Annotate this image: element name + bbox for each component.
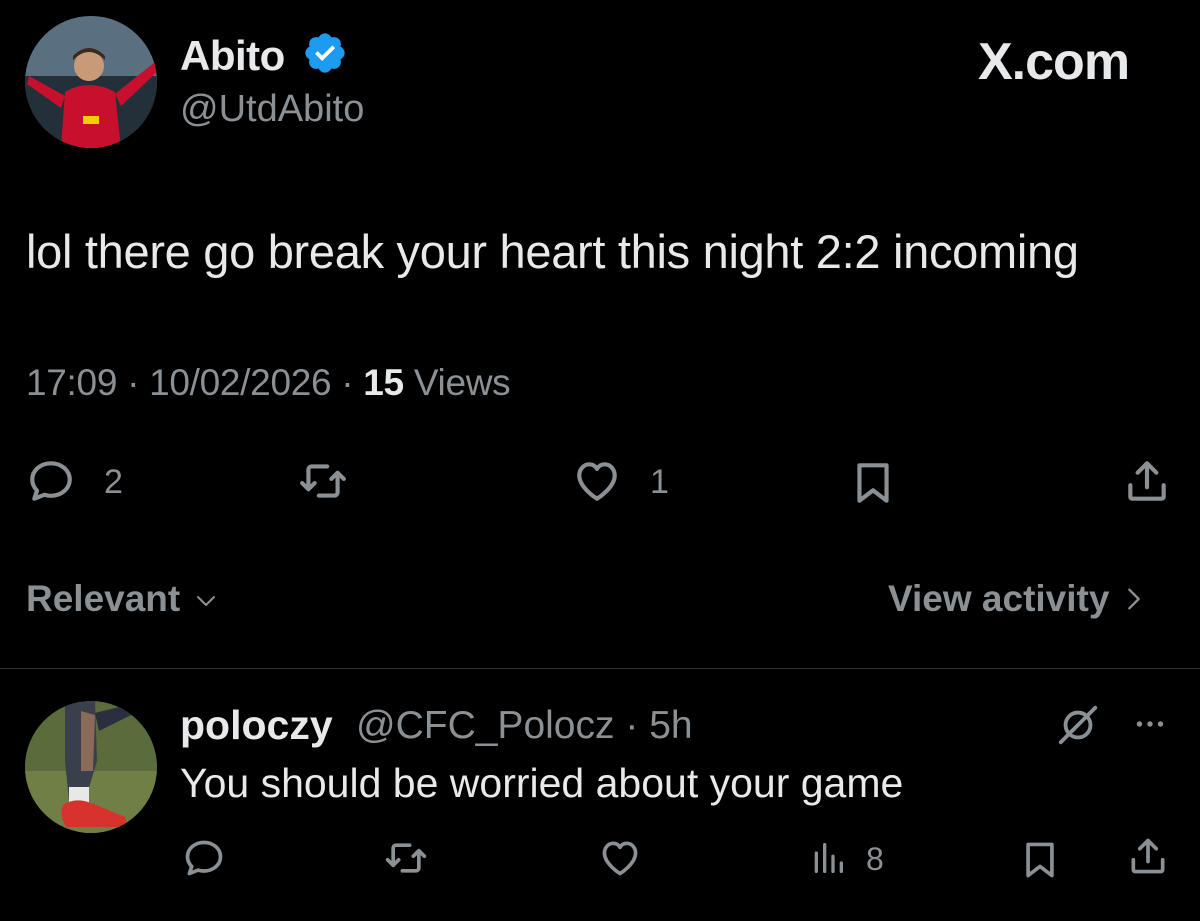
reply-button[interactable]	[26, 456, 76, 511]
share-icon	[1128, 461, 1166, 501]
meta-separator: ·	[341, 362, 354, 403]
heart-icon	[577, 462, 617, 501]
reply-reply-button[interactable]	[182, 836, 226, 885]
bookmark-button[interactable]	[848, 458, 898, 513]
heart-icon	[602, 841, 638, 876]
author-avatar[interactable]	[25, 16, 157, 148]
reply-author-avatar[interactable]	[25, 701, 157, 833]
reply-share-button[interactable]	[1126, 834, 1170, 883]
retweet-icon	[300, 464, 346, 498]
tweet-meta: 17:09 · 10/02/2026 · 15 Views	[26, 362, 511, 404]
reply-icon	[30, 461, 72, 501]
reply-age[interactable]: 5h	[649, 704, 692, 747]
meta-separator: ·	[625, 704, 639, 747]
views-count: 15	[363, 362, 404, 403]
bookmark-icon	[857, 463, 889, 503]
reply-count: 2	[104, 463, 123, 501]
author-name[interactable]: Abito	[180, 32, 285, 80]
reply-views-count: 8	[866, 841, 884, 877]
section-divider	[0, 668, 1200, 669]
verified-badge-icon	[302, 30, 348, 76]
more-icon	[1136, 721, 1164, 727]
views-icon	[814, 843, 843, 873]
like-count: 1	[650, 463, 669, 501]
reply-text: You should be worried about your game	[180, 760, 904, 806]
view-activity-label: View activity	[888, 578, 1110, 619]
views-label: Views	[413, 362, 511, 403]
meta-separator: ·	[127, 362, 140, 403]
reply-like-button[interactable]	[598, 836, 642, 885]
like-button[interactable]	[572, 456, 622, 511]
sort-label: Relevant	[26, 578, 181, 619]
chevron-down-icon	[196, 596, 215, 606]
more-button[interactable]	[1128, 706, 1172, 747]
grok-icon	[1058, 705, 1098, 745]
tweet-time[interactable]: 17:09	[26, 362, 117, 403]
grok-button[interactable]	[1054, 702, 1102, 753]
reply-author-name[interactable]: poloczy	[180, 702, 333, 749]
view-activity-link[interactable]: View activity	[888, 578, 1148, 620]
tweet-text: lol there go break your heart this night…	[26, 225, 1079, 278]
reply-author-handle[interactable]: @CFC_Polocz	[356, 704, 615, 747]
chevron-right-icon	[1127, 588, 1140, 610]
brand-logo-text: X.com	[978, 33, 1130, 91]
share-button[interactable]	[1122, 456, 1172, 511]
retweet-button[interactable]	[298, 456, 348, 511]
reply-bookmark-button[interactable]	[1018, 838, 1062, 887]
share-icon	[1131, 838, 1165, 874]
sort-dropdown[interactable]: Relevant	[26, 578, 221, 620]
reply-retweet-button[interactable]	[384, 836, 428, 885]
reply-views-button[interactable]	[806, 838, 850, 883]
tweet-date[interactable]: 10/02/2026	[149, 362, 331, 403]
reply-icon	[185, 840, 223, 876]
author-handle[interactable]: @UtdAbito	[180, 88, 364, 131]
bookmark-icon	[1026, 842, 1054, 878]
retweet-icon	[385, 843, 427, 873]
reply-meta: @CFC_Polocz · 5h	[356, 704, 693, 748]
